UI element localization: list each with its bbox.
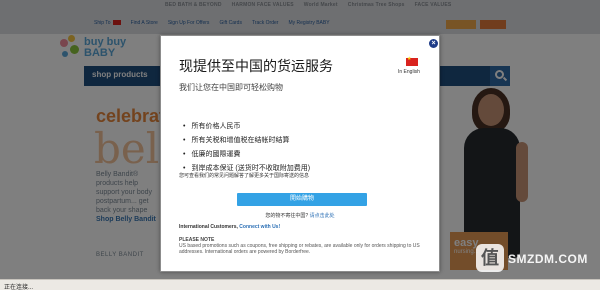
china-flag-icon[interactable] bbox=[406, 56, 418, 66]
benefit-item: 所有关税和增值税在结帐时结算 bbox=[183, 136, 310, 150]
start-shopping-button[interactable]: 開始購物 bbox=[237, 193, 367, 206]
not-shipping-to-china: 您的物不寄往中国? 请点击此处 bbox=[161, 212, 439, 219]
not-china-text: 您的物不寄往中国? bbox=[265, 213, 309, 219]
modal-title: 现提供至中国的货运服务 bbox=[179, 58, 333, 74]
note-text: US based promotions such as coupons, fre… bbox=[179, 243, 420, 255]
in-english-link[interactable]: In English bbox=[398, 69, 420, 75]
smzdm-watermark: 值 SMZDM.COM bbox=[476, 244, 596, 284]
watermark-text: SMZDM.COM bbox=[508, 252, 588, 266]
browser-status-bar: 正在连接... bbox=[0, 279, 600, 290]
intl-label: International Customers, bbox=[179, 224, 238, 230]
benefit-item: 低廉的國際運費 bbox=[183, 150, 310, 164]
international-shipping-modal: × 现提供至中国的货运服务 我们让您在中国即可轻松购物 In English 所… bbox=[160, 35, 440, 272]
benefits-list: 所有价格人民币 所有关税和增值税在结帐时结算 低廉的國際運費 到岸成本保证 (送… bbox=[183, 122, 310, 178]
international-customers-line: International Customers, Connect with Us… bbox=[179, 224, 280, 230]
faq-info-link[interactable]: 您可查看我们的常见问题解答了解更多关于国际寄送的信息 bbox=[179, 172, 309, 179]
watermark-logo-icon: 值 bbox=[476, 244, 504, 272]
modal-subtitle: 我们让您在中国即可轻松购物 bbox=[179, 83, 283, 92]
benefit-item: 所有价格人民币 bbox=[183, 122, 310, 136]
close-icon[interactable]: × bbox=[429, 39, 438, 48]
connect-with-us-link[interactable]: Connect with Us! bbox=[239, 224, 280, 230]
click-here-link[interactable]: 请点击此处 bbox=[310, 213, 335, 219]
